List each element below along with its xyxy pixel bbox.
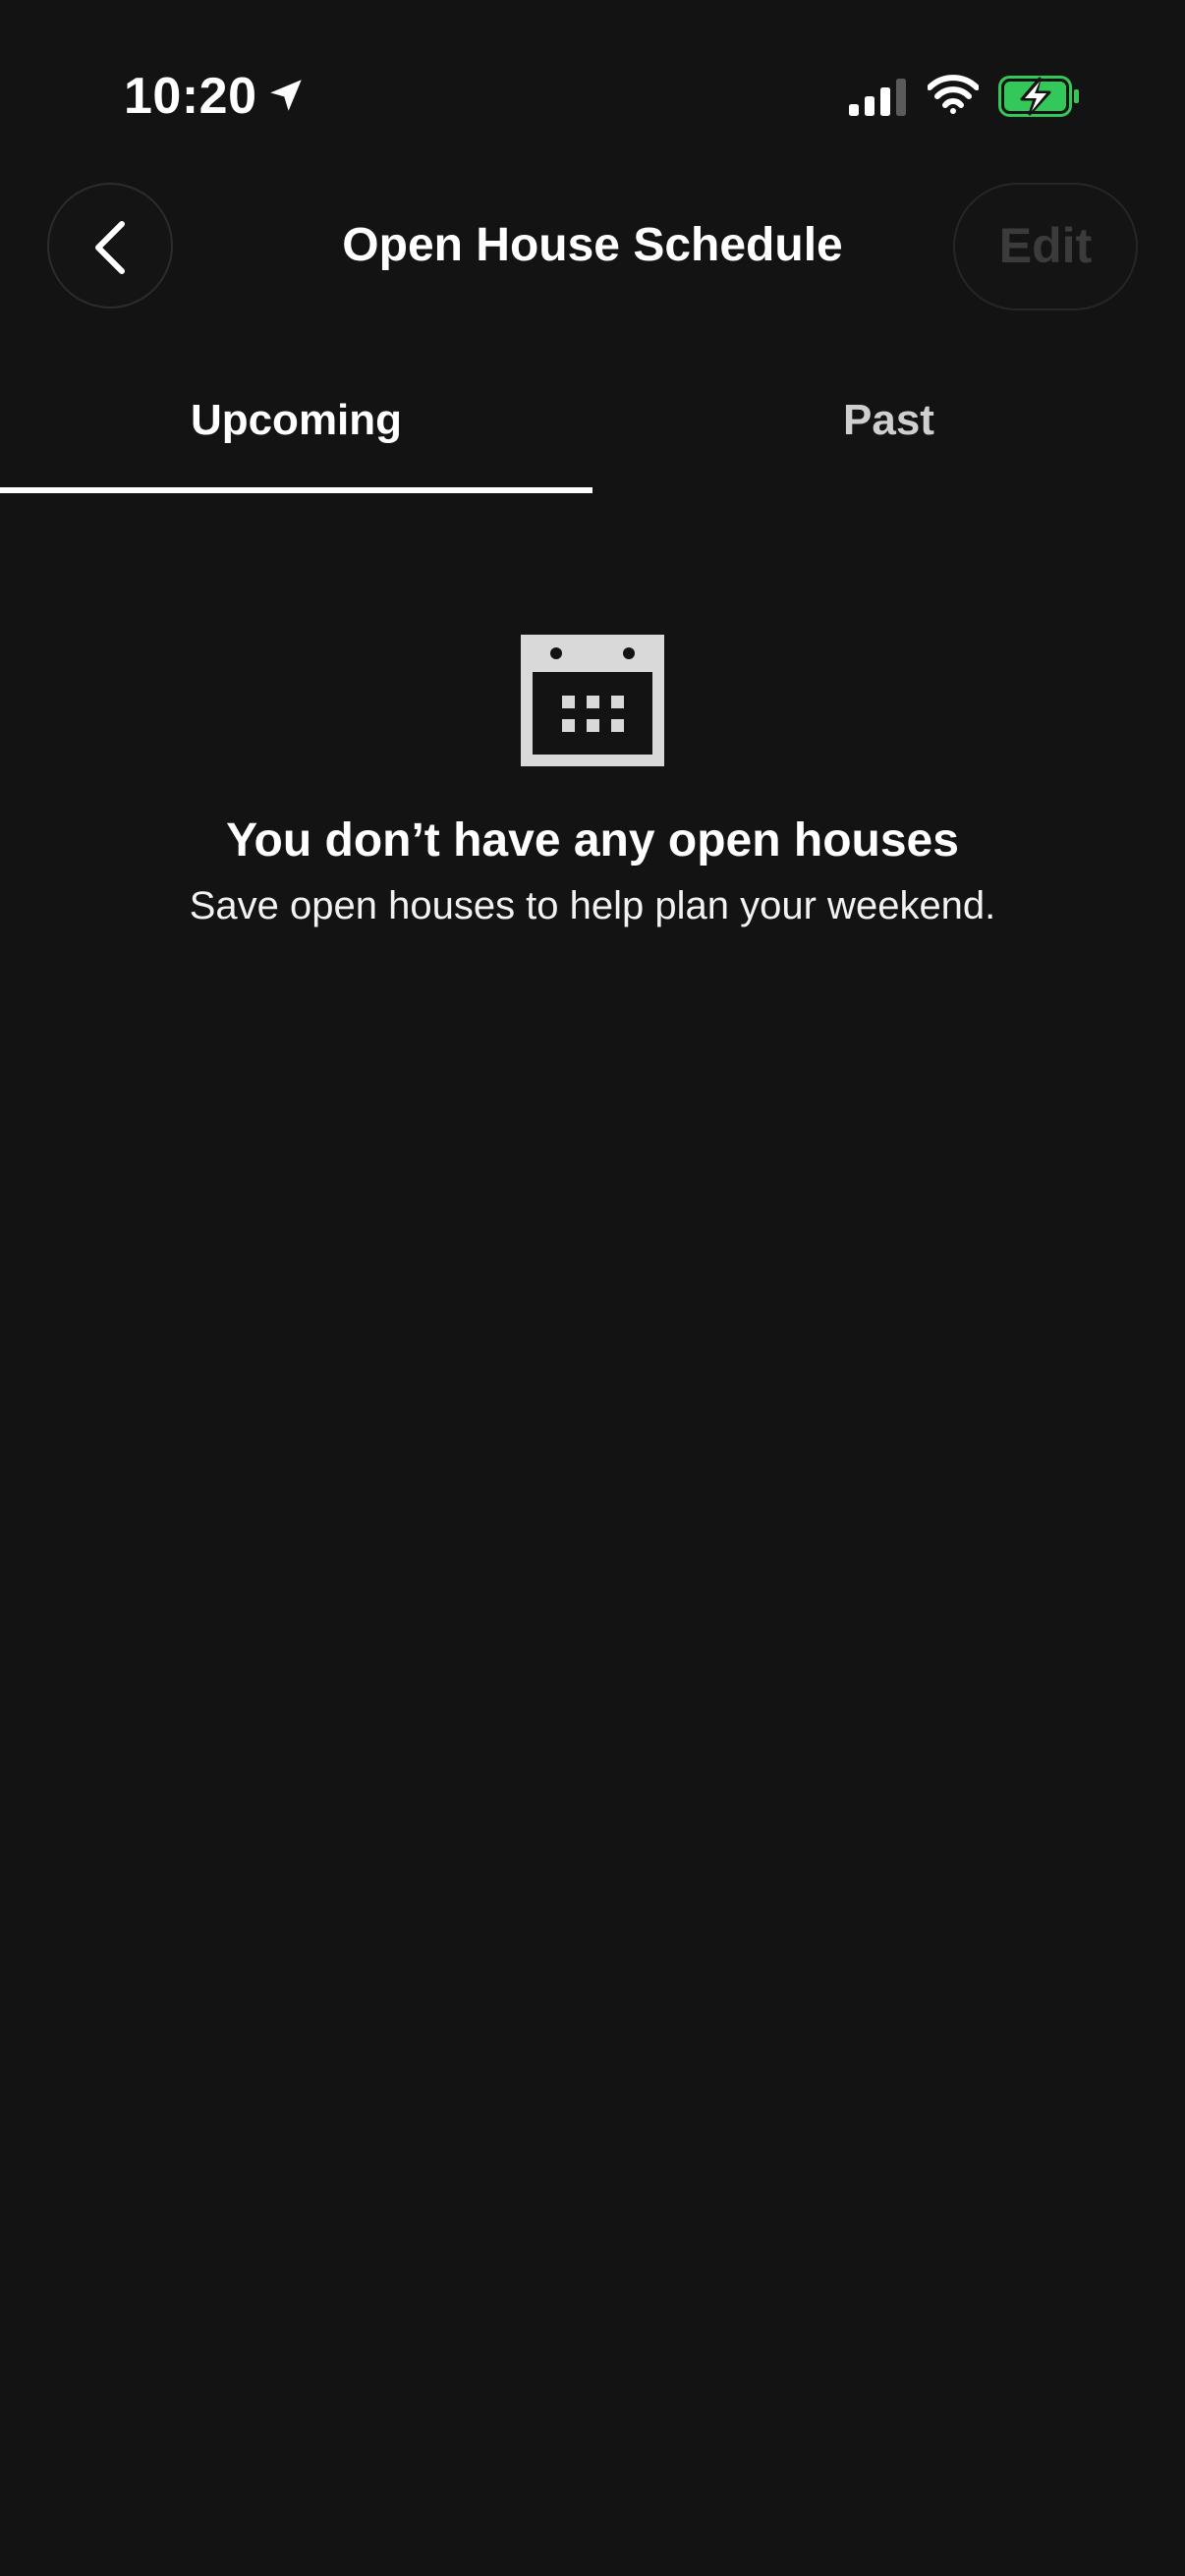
status-bar: 10:20 [0,0,1185,147]
selected-tab-indicator [0,487,592,493]
status-time: 10:20 [124,68,257,125]
battery-charging-icon [998,76,1079,117]
empty-state-subtitle: Save open houses to help plan your weeke… [189,884,996,927]
back-button[interactable] [47,183,173,308]
edit-button[interactable]: Edit [953,183,1138,310]
location-arrow-icon [270,80,302,111]
page-title: Open House Schedule [342,219,843,271]
calendar-icon [521,635,664,766]
chevron-left-icon [95,221,125,274]
tab-past[interactable]: Past [592,385,1185,456]
wifi-icon [928,75,979,114]
tab-upcoming[interactable]: Upcoming [0,385,592,456]
cellular-signal-icon [849,79,906,116]
empty-state-title: You don’t have any open houses [226,814,959,867]
